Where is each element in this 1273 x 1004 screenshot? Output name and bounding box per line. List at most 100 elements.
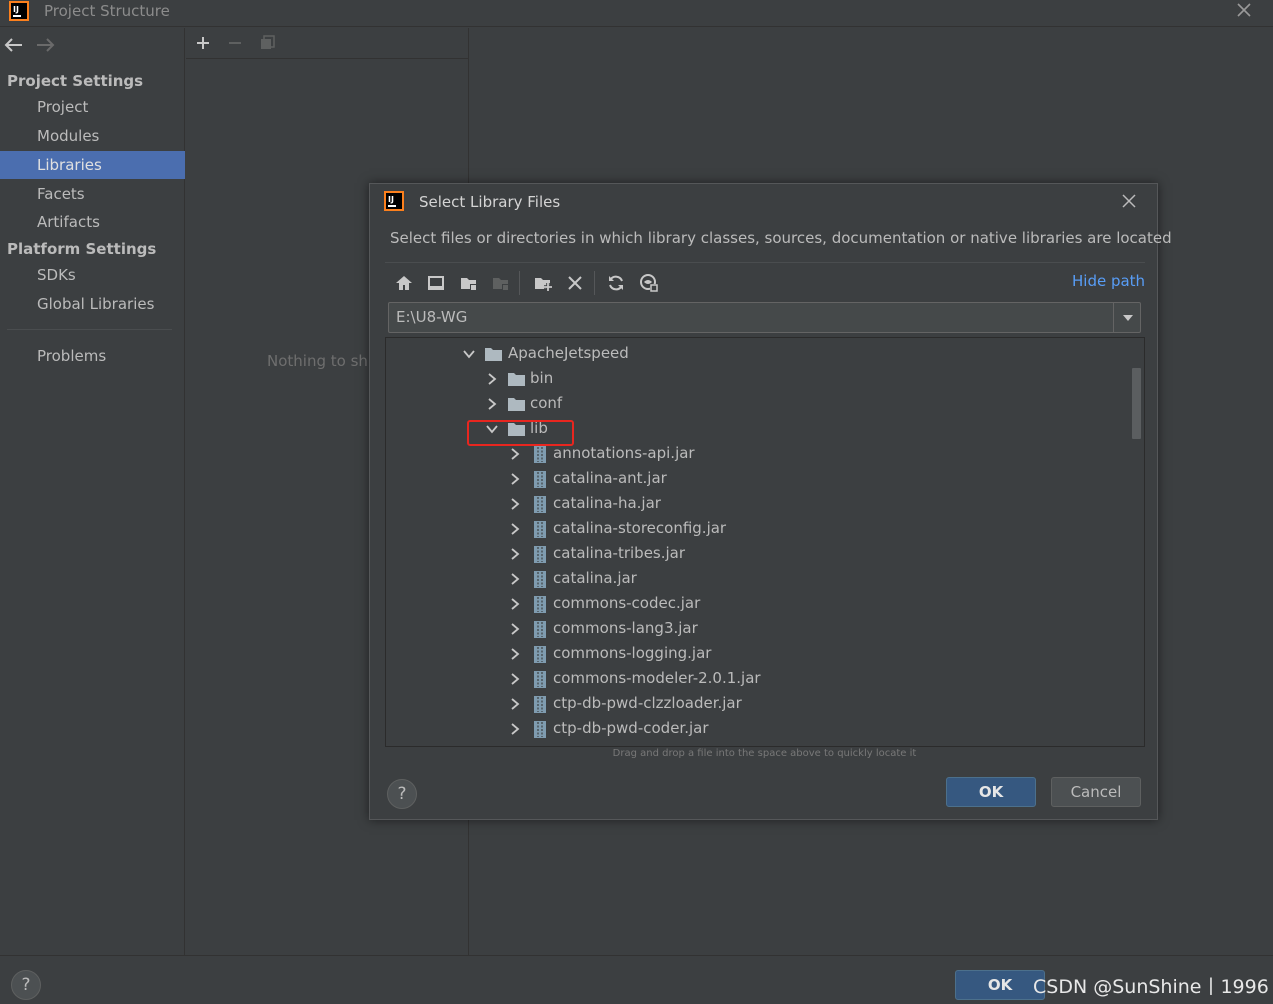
close-icon[interactable] bbox=[1234, 0, 1254, 20]
chevron-right-icon[interactable] bbox=[485, 372, 499, 386]
sidebar-item-libraries[interactable]: Libraries bbox=[0, 151, 185, 179]
chevron-right-icon[interactable] bbox=[508, 697, 522, 711]
tree-folder-row[interactable]: conf bbox=[386, 392, 1126, 417]
show-hidden-files-icon[interactable] bbox=[639, 273, 659, 293]
desktop-icon[interactable] bbox=[426, 273, 446, 293]
select-library-files-dialog: IJ Select Library Files Select files or … bbox=[369, 183, 1172, 820]
help-icon[interactable]: ? bbox=[11, 970, 41, 1000]
sidebar-item-modules[interactable]: Modules bbox=[0, 122, 185, 150]
tree-file-row[interactable]: commons-logging.jar bbox=[386, 642, 1126, 667]
sidebar-item-artifacts[interactable]: Artifacts bbox=[0, 208, 185, 236]
chevron-right-icon[interactable] bbox=[508, 647, 522, 661]
tree-file-row[interactable]: catalina-storeconfig.jar bbox=[386, 517, 1126, 542]
toolbar-divider bbox=[519, 271, 520, 295]
sidebar-item-sdks[interactable]: SDKs bbox=[0, 261, 185, 289]
jar-file-icon bbox=[534, 696, 546, 713]
jar-file-icon bbox=[534, 646, 546, 663]
dialog-description: Select files or directories in which lib… bbox=[390, 229, 1172, 247]
chevron-right-icon[interactable] bbox=[485, 397, 499, 411]
module-folder-icon[interactable] bbox=[491, 273, 511, 293]
sidebar: Project Settings Project Modules Librari… bbox=[0, 28, 185, 955]
close-icon[interactable] bbox=[1120, 192, 1138, 210]
help-icon[interactable]: ? bbox=[387, 779, 417, 809]
folder-icon bbox=[508, 373, 525, 386]
tree-folder-row[interactable]: bin bbox=[386, 367, 1126, 392]
forward-arrow-icon[interactable] bbox=[34, 36, 56, 54]
dialog-cancel-button[interactable]: Cancel bbox=[1051, 777, 1141, 807]
dialog-divider bbox=[385, 262, 1145, 263]
jar-file-icon bbox=[534, 471, 546, 488]
tree-file-row[interactable]: ctp-db-pwd-coder.jar bbox=[386, 717, 1126, 742]
remove-icon[interactable] bbox=[227, 35, 243, 51]
refresh-icon[interactable] bbox=[606, 273, 626, 293]
toolbar-divider bbox=[594, 271, 595, 295]
chevron-down-icon bbox=[1123, 315, 1133, 321]
tree-folder-row[interactable]: ApacheJetspeed bbox=[386, 342, 1126, 367]
tree-scrollbar[interactable] bbox=[1132, 368, 1141, 439]
tree-file-row[interactable]: commons-modeler-2.0.1.jar bbox=[386, 667, 1126, 692]
chevron-right-icon[interactable] bbox=[508, 497, 522, 511]
tree-item-label: commons-codec.jar bbox=[553, 594, 701, 612]
tree-item-label: commons-modeler-2.0.1.jar bbox=[553, 669, 761, 687]
jar-file-icon bbox=[534, 596, 546, 613]
jar-file-icon bbox=[534, 521, 546, 538]
tree-file-row[interactable]: catalina-ant.jar bbox=[386, 467, 1126, 492]
jar-file-icon bbox=[534, 546, 546, 563]
dialog-ok-button[interactable]: OK bbox=[946, 777, 1036, 807]
path-combobox[interactable]: E:\U8-WG bbox=[388, 302, 1141, 333]
dialog-title: Select Library Files bbox=[419, 193, 561, 211]
jar-file-icon bbox=[534, 721, 546, 738]
intellij-logo-icon: IJ bbox=[384, 191, 404, 211]
chevron-right-icon[interactable] bbox=[508, 572, 522, 586]
tree-item-label: commons-logging.jar bbox=[553, 644, 712, 662]
chevron-right-icon[interactable] bbox=[508, 522, 522, 536]
copy-icon[interactable] bbox=[259, 34, 276, 51]
add-icon[interactable] bbox=[195, 35, 211, 51]
home-icon[interactable] bbox=[394, 273, 414, 293]
tree-file-row[interactable]: ctp-db-pwd-clzzloader.jar bbox=[386, 692, 1126, 717]
chevron-right-icon[interactable] bbox=[508, 547, 522, 561]
jar-file-icon bbox=[534, 671, 546, 688]
back-arrow-icon[interactable] bbox=[3, 36, 25, 54]
chevron-right-icon[interactable] bbox=[508, 447, 522, 461]
tree-file-row[interactable]: catalina-tribes.jar bbox=[386, 542, 1126, 567]
sidebar-item-problems[interactable]: Problems bbox=[0, 342, 185, 370]
chevron-right-icon[interactable] bbox=[508, 672, 522, 686]
jar-file-icon bbox=[534, 621, 546, 638]
chevron-right-icon[interactable] bbox=[508, 622, 522, 636]
chevron-down-icon[interactable] bbox=[462, 347, 476, 361]
ok-button[interactable]: OK bbox=[955, 970, 1045, 1000]
new-folder-icon[interactable] bbox=[533, 273, 553, 293]
tree-item-label: commons-lang3.jar bbox=[553, 619, 698, 637]
intellij-logo-icon: IJ bbox=[9, 1, 29, 21]
highlight-annotation bbox=[467, 420, 574, 446]
chevron-right-icon[interactable] bbox=[508, 472, 522, 486]
sidebar-item-project[interactable]: Project bbox=[0, 93, 185, 121]
tree-file-row[interactable]: commons-lang3.jar bbox=[386, 617, 1126, 642]
platform-settings-header: Platform Settings bbox=[7, 240, 157, 258]
project-folder-icon[interactable] bbox=[459, 273, 479, 293]
file-tree[interactable]: ApacheJetspeed bin conf lib annotations-api.… bbox=[385, 337, 1145, 747]
title-bar: IJ Project Structure bbox=[0, 0, 1273, 27]
tree-item-label: annotations-api.jar bbox=[553, 444, 695, 462]
tree-file-row[interactable]: catalina.jar bbox=[386, 567, 1126, 592]
project-settings-header: Project Settings bbox=[7, 72, 144, 90]
chevron-right-icon[interactable] bbox=[508, 597, 522, 611]
tree-file-row[interactable]: catalina-ha.jar bbox=[386, 492, 1126, 517]
library-toolbar bbox=[186, 28, 469, 59]
path-value[interactable]: E:\U8-WG bbox=[396, 308, 467, 326]
sidebar-divider bbox=[7, 329, 172, 330]
jar-file-icon bbox=[534, 571, 546, 588]
drag-drop-hint: Drag and drop a file into the space abov… bbox=[612, 748, 917, 759]
tree-file-row[interactable]: commons-codec.jar bbox=[386, 592, 1126, 617]
chevron-right-icon[interactable] bbox=[508, 722, 522, 736]
tree-item-label: ctp-db-pwd-coder.jar bbox=[553, 719, 709, 737]
delete-icon[interactable] bbox=[565, 273, 585, 293]
hide-path-link[interactable]: Hide path bbox=[1072, 272, 1145, 290]
tree-item-label: bin bbox=[530, 369, 554, 387]
sidebar-item-global-libraries[interactable]: Global Libraries bbox=[0, 290, 185, 318]
tree-item-label: conf bbox=[530, 394, 563, 412]
sidebar-item-facets[interactable]: Facets bbox=[0, 180, 185, 208]
tree-item-label: ApacheJetspeed bbox=[508, 344, 629, 362]
path-dropdown-button[interactable] bbox=[1113, 303, 1141, 332]
